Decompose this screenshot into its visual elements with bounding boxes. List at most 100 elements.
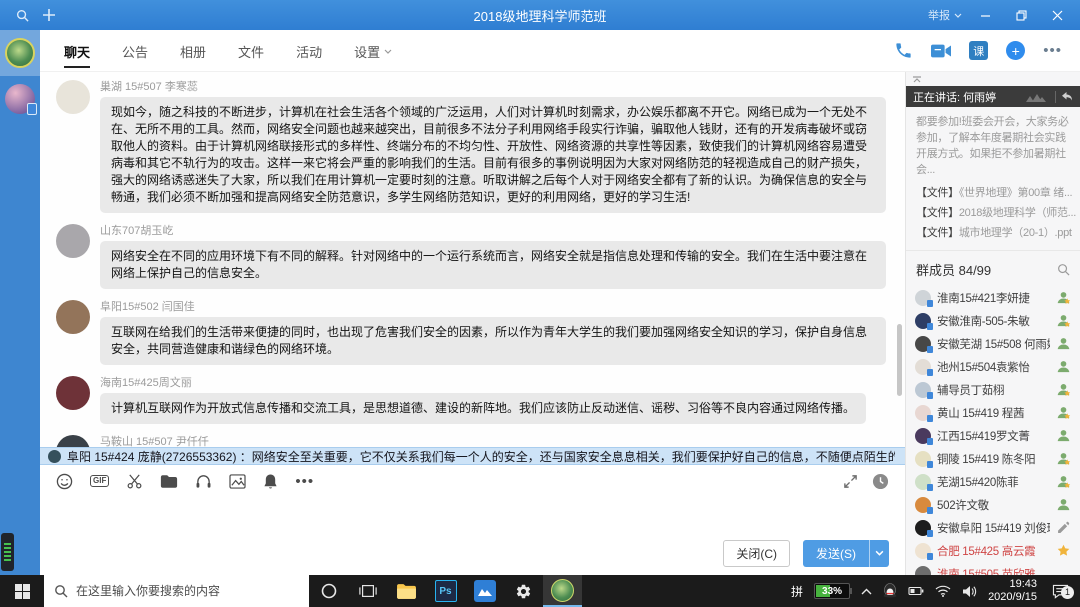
member-icon <box>1056 497 1071 512</box>
search-icon[interactable] <box>16 9 29 22</box>
file-explorer-button[interactable] <box>387 575 426 607</box>
edit-card-icon[interactable] <box>1056 520 1071 535</box>
member-row[interactable]: 安徽芜湖 15#508 何雨婷 <box>906 332 1080 355</box>
conversation-item-group[interactable] <box>0 30 40 76</box>
battery-tray-icon[interactable] <box>908 586 924 596</box>
member-row[interactable]: 安徽阜阳 15#419 刘俊琪 <box>906 516 1080 539</box>
add-session-icon[interactable] <box>43 9 55 21</box>
member-search-icon[interactable] <box>1057 263 1070 276</box>
member-row[interactable]: 合肥 15#425 高云霞 <box>906 539 1080 562</box>
more-tools-icon[interactable]: ••• <box>295 473 314 490</box>
avatar[interactable] <box>56 224 90 258</box>
send-button[interactable]: 发送(S) <box>803 540 889 567</box>
volume-icon[interactable] <box>962 585 977 598</box>
task-view-button[interactable] <box>348 575 387 607</box>
member-row[interactable]: 安徽淮南-505-朱敏 <box>906 309 1080 332</box>
qq-app-button[interactable] <box>543 575 582 607</box>
member-avatar <box>915 497 931 513</box>
qq-app-icon <box>551 579 574 602</box>
avatar[interactable] <box>56 300 90 334</box>
file-icon[interactable] <box>160 474 178 489</box>
group-announcement[interactable]: 都要参加!班委会开会，大家务必参加，了解本年度暑期社会实践开展方式。如果拒不参加… <box>906 107 1080 182</box>
battery-percent-widget[interactable]: 33% <box>814 583 850 599</box>
tray-expand-icon[interactable] <box>861 588 872 595</box>
avatar[interactable] <box>56 435 90 447</box>
search-input[interactable] <box>76 584 286 598</box>
add-app-button[interactable]: + <box>1006 41 1025 60</box>
photoshop-button[interactable]: Ps <box>426 575 465 607</box>
wifi-icon[interactable] <box>935 585 951 597</box>
tab-bar: 聊天 公告 相册 文件 活动 设置 课 <box>40 30 1080 72</box>
windows-taskbar: Ps 拼 33% <box>0 575 1080 607</box>
sender-name: 马鞍山 15#507 尹仟仟 <box>100 433 887 447</box>
send-options-icon[interactable] <box>869 540 889 567</box>
restore-button[interactable] <box>1008 4 1034 26</box>
minimize-button[interactable] <box>972 4 998 26</box>
screenshot-icon[interactable] <box>126 473 143 490</box>
tab-chat[interactable]: 聊天 <box>62 31 92 70</box>
message-history-icon[interactable] <box>872 473 889 490</box>
more-actions-button[interactable]: ••• <box>1043 42 1062 59</box>
reply-voice-icon[interactable] <box>1061 91 1073 102</box>
avatar[interactable] <box>56 376 90 410</box>
message-input[interactable] <box>40 497 905 531</box>
gif-icon[interactable]: GIF <box>90 475 109 487</box>
close-button[interactable] <box>1044 4 1070 26</box>
cortana-button[interactable] <box>309 575 348 607</box>
close-chat-button[interactable]: 关闭(C) <box>723 540 790 567</box>
message: 海南15#425周文丽 计算机互联网作为开放式信息传播和交流工具，是思想道德、建… <box>54 374 887 424</box>
member-star-icon <box>1056 451 1071 466</box>
tab-announcement[interactable]: 公告 <box>120 31 150 70</box>
member-row[interactable]: 江西15#419罗文菁 <box>906 424 1080 447</box>
conversation-item-contact[interactable] <box>0 76 40 122</box>
taskbar-clock[interactable]: 19:43 2020/9/15 <box>988 578 1037 604</box>
expand-input-icon[interactable] <box>843 474 858 489</box>
chat-scrollbar[interactable] <box>897 324 902 396</box>
tab-album[interactable]: 相册 <box>178 31 208 70</box>
conversation-strip <box>0 30 40 575</box>
voice-call-button[interactable] <box>894 41 913 60</box>
sender-name: 巢湖 15#507 李寒蕊 <box>100 78 887 94</box>
member-avatar <box>915 474 931 490</box>
collapse-panel-icon[interactable] <box>912 76 922 83</box>
file-entry[interactable]: 【文件】2018级地理科学（师范... <box>906 202 1080 222</box>
qq-group-chat-window: 2018级地理科学师范班 举报 <box>0 0 1080 607</box>
report-button[interactable]: 举报 <box>928 7 962 23</box>
selected-message-row[interactable]: 阜阳 15#424 庞静(2726553362) ：网络安全至关重要，它不仅关系… <box>40 447 905 465</box>
group-sidebar: 正在讲话: 何雨婷 都要参加!班委会开会，大家务必参加，了解本年度暑期社会实践开… <box>905 72 1080 575</box>
member-row[interactable]: 淮南15#421李妍捷 <box>906 286 1080 309</box>
mobile-badge-icon <box>27 103 37 115</box>
start-button[interactable] <box>0 575 44 607</box>
message-bubble: 现如今，随之科技的不断进步，计算机在社会生活各个领域的广泛运用，人们对计算机时刻… <box>100 97 886 213</box>
member-row[interactable]: 淮南 15#505 苗欣雅 <box>906 562 1080 575</box>
ime-indicator[interactable]: 拼 <box>791 583 803 600</box>
member-row[interactable]: 502许文敬 <box>906 493 1080 516</box>
member-row[interactable]: 黄山 15#419 程茜 <box>906 401 1080 424</box>
member-avatar <box>915 359 931 375</box>
action-center-button[interactable]: 1 <box>1048 584 1072 599</box>
avatar[interactable] <box>56 80 90 114</box>
member-row[interactable]: 辅导员丁茹栩 <box>906 378 1080 401</box>
class-tool-button[interactable]: 课 <box>969 41 988 60</box>
tab-settings[interactable]: 设置 <box>352 31 394 70</box>
members-count-header: 群成员 84/99 <box>916 260 1057 279</box>
tab-activity[interactable]: 活动 <box>294 31 324 70</box>
emoji-icon[interactable] <box>56 473 73 490</box>
audio-icon[interactable] <box>195 473 212 489</box>
message-bubble: 互联网在给我们的生活带来便捷的同时，也出现了危害我们安全的因素，所以作为青年大学… <box>100 317 886 365</box>
qq-tray-icon[interactable] <box>883 583 897 599</box>
file-entry[interactable]: 【文件】城市地理学（20-1）.ppt <box>906 222 1080 242</box>
image-icon[interactable] <box>229 474 246 489</box>
taskbar-search[interactable] <box>44 575 309 607</box>
settings-button[interactable] <box>504 575 543 607</box>
file-entry[interactable]: 【文件】《世界地理》第00章 绪... <box>906 182 1080 202</box>
member-row[interactable]: 芜湖15#420陈菲 <box>906 470 1080 493</box>
avatar <box>48 450 61 463</box>
blue-app-button[interactable] <box>465 575 504 607</box>
member-row[interactable]: 池州15#504袁紫怡 <box>906 355 1080 378</box>
recorder-widget <box>1 533 14 571</box>
tab-files[interactable]: 文件 <box>236 31 266 70</box>
video-call-button[interactable] <box>931 43 951 59</box>
member-row[interactable]: 铜陵 15#419 陈冬阳 <box>906 447 1080 470</box>
bell-icon[interactable] <box>263 473 278 490</box>
